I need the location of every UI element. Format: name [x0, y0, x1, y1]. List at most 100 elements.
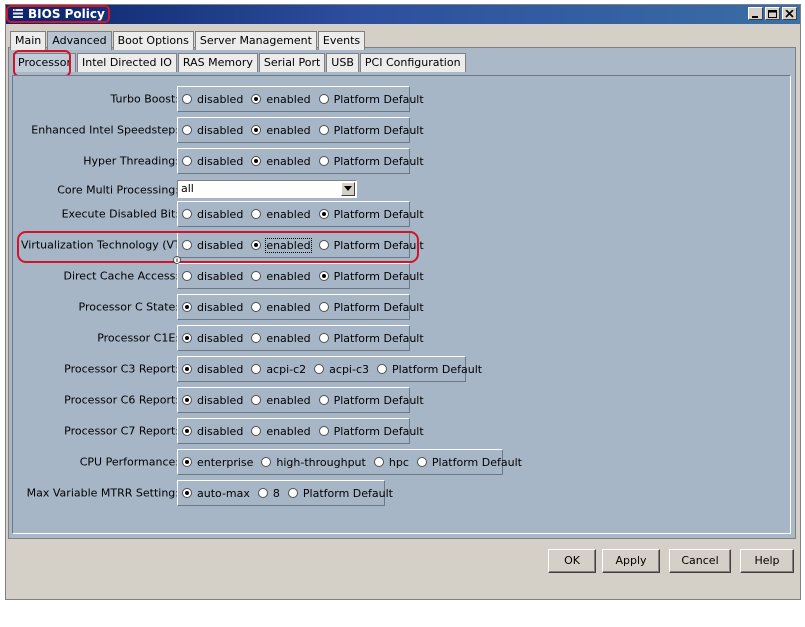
radio-button[interactable]: [251, 395, 262, 405]
radio-button[interactable]: [318, 395, 329, 405]
radio-button[interactable]: [261, 457, 272, 467]
radio-option-platform-default[interactable]: Platform Default: [318, 425, 424, 438]
subtab-ras-memory[interactable]: RAS Memory: [177, 53, 258, 72]
radio-option-acpi-c3[interactable]: acpi-c3: [314, 363, 369, 376]
radio-option-disabled[interactable]: disabled: [182, 363, 243, 376]
radio-option-platform-default[interactable]: Platform Default: [318, 123, 424, 137]
radio-button[interactable]: [251, 209, 262, 219]
tab-events[interactable]: Events: [317, 31, 366, 50]
help-button[interactable]: Help: [740, 549, 794, 573]
radio-button[interactable]: [182, 156, 192, 166]
radio-button[interactable]: [377, 364, 387, 374]
radio-option-platform-default[interactable]: Platform Default: [318, 301, 424, 314]
radio-button[interactable]: [182, 302, 192, 312]
radio-button[interactable]: [373, 457, 384, 467]
radio-option-platform-default[interactable]: Platform Default: [287, 487, 393, 500]
radio-option-platform-default[interactable]: Platform Default: [377, 363, 482, 376]
core-multi-processing-select[interactable]: all: [177, 180, 357, 198]
minimize-button[interactable]: [748, 7, 763, 20]
radio-option-auto-max[interactable]: auto-max: [182, 487, 250, 500]
radio-option-platform-default[interactable]: Platform Default: [318, 332, 424, 345]
radio-button[interactable]: [251, 426, 262, 436]
radio-button[interactable]: [318, 94, 329, 104]
radio-button[interactable]: [318, 209, 329, 219]
subtab-pci-configuration[interactable]: PCI Configuration: [359, 53, 466, 72]
radio-option-platform-default[interactable]: Platform Default: [318, 208, 424, 221]
radio-option-enabled[interactable]: enabled: [251, 425, 311, 438]
radio-option-disabled[interactable]: disabled: [182, 155, 243, 168]
radio-button[interactable]: [318, 426, 329, 436]
radio-option-disabled[interactable]: disabled: [182, 425, 243, 438]
radio-option-disabled[interactable]: disabled: [182, 208, 243, 221]
radio-option-disabled[interactable]: disabled: [182, 124, 243, 137]
radio-option-enabled[interactable]: enabled: [251, 155, 311, 168]
radio-option-platform-default[interactable]: Platform Default: [318, 155, 424, 168]
radio-button[interactable]: [318, 156, 329, 166]
subtab-serial-port[interactable]: Serial Port: [258, 53, 326, 72]
radio-button[interactable]: [314, 364, 325, 374]
radio-button[interactable]: [182, 209, 192, 219]
radio-button[interactable]: [257, 488, 268, 498]
tab-server-management[interactable]: Server Management: [194, 31, 317, 50]
radio-button[interactable]: [182, 395, 192, 405]
title-bar[interactable]: BIOS Policy: [6, 5, 800, 24]
radio-option-enabled[interactable]: enabled: [251, 208, 311, 221]
radio-option-enterprise[interactable]: enterprise: [182, 456, 253, 469]
radio-option-enabled[interactable]: enabled: [251, 270, 311, 283]
radio-option-disabled[interactable]: disabled: [182, 270, 243, 283]
radio-button[interactable]: [251, 302, 262, 312]
radio-option-enabled[interactable]: enabled: [251, 331, 311, 345]
radio-button[interactable]: [251, 94, 262, 104]
radio-button[interactable]: [318, 271, 329, 281]
radio-label: Platform Default: [333, 123, 424, 137]
radio-button[interactable]: [182, 271, 192, 281]
radio-option-platform-default[interactable]: Platform Default: [318, 270, 424, 283]
radio-button[interactable]: [416, 457, 427, 467]
setting-row-enhanced-intel-speedstep: Enhanced Intel Speedstep: disabled enabled…: [13, 117, 783, 143]
radio-button[interactable]: [251, 125, 262, 135]
tab-advanced[interactable]: Advanced: [47, 31, 112, 50]
apply-button[interactable]: Apply: [602, 549, 660, 573]
dropdown-button[interactable]: [341, 182, 355, 196]
radio-option-disabled[interactable]: disabled: [182, 301, 243, 314]
radio-option-hpc[interactable]: hpc: [373, 456, 409, 469]
tab-main[interactable]: Main: [10, 31, 47, 50]
radio-option-disabled[interactable]: disabled: [182, 93, 243, 106]
radio-button[interactable]: [318, 125, 329, 135]
ok-button[interactable]: OK: [548, 549, 596, 573]
subtab-intel-directed-io[interactable]: Intel Directed IO: [76, 53, 177, 72]
radio-button[interactable]: [251, 364, 262, 374]
maximize-button[interactable]: [765, 7, 780, 20]
radio-option-disabled[interactable]: disabled: [182, 332, 243, 345]
radio-option-platform-default[interactable]: Platform Default: [416, 456, 522, 469]
radio-button[interactable]: [182, 457, 192, 467]
radio-button[interactable]: [182, 488, 192, 498]
radio-option-enabled[interactable]: enabled: [251, 93, 311, 106]
radio-button[interactable]: [318, 333, 329, 343]
cancel-button[interactable]: Cancel: [669, 549, 731, 573]
radio-button[interactable]: [182, 333, 192, 343]
radio-button[interactable]: [251, 333, 262, 343]
radio-option-8[interactable]: 8: [257, 487, 280, 500]
close-button[interactable]: [782, 7, 797, 20]
radio-option-enabled[interactable]: enabled: [251, 394, 311, 407]
radio-button[interactable]: [182, 125, 192, 135]
radio-option-enabled[interactable]: enabled: [251, 301, 311, 314]
tab-boot-options[interactable]: Boot Options: [112, 31, 194, 50]
radio-option-platform-default[interactable]: Platform Default: [318, 93, 424, 106]
radio-button[interactable]: [251, 156, 262, 166]
radio-option-enabled[interactable]: enabled: [251, 124, 311, 137]
radio-option-acpi-c2[interactable]: acpi-c2: [251, 363, 306, 376]
radio-button[interactable]: [182, 426, 192, 436]
radio-option-disabled[interactable]: disabled: [182, 394, 243, 407]
radio-button[interactable]: [251, 271, 262, 281]
radio-option-high-throughput[interactable]: high-throughput: [261, 456, 366, 469]
subtab-usb[interactable]: USB: [326, 53, 359, 72]
radio-button[interactable]: [182, 364, 192, 374]
radio-button[interactable]: [287, 488, 298, 498]
radio-button[interactable]: [318, 302, 329, 312]
radio-group: disabled enabled Platform Default: [177, 387, 424, 413]
radio-option-platform-default[interactable]: Platform Default: [318, 394, 424, 407]
radio-button[interactable]: [182, 94, 192, 104]
radio-label: enabled: [266, 331, 311, 345]
